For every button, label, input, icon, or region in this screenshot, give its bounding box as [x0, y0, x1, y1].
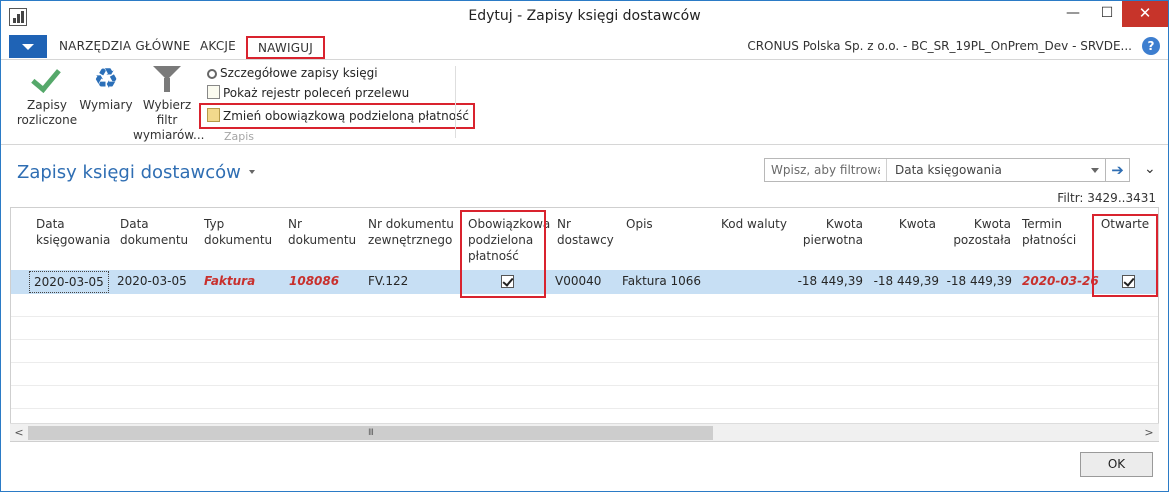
- horizontal-scrollbar[interactable]: < III >: [10, 423, 1159, 441]
- entries-grid: Data księgowania Data dokumentu Typ doku…: [10, 207, 1159, 442]
- cell-document-no[interactable]: 108086: [289, 274, 339, 288]
- help-icon[interactable]: ?: [1142, 37, 1160, 55]
- row-divider: [11, 385, 1158, 386]
- collapse-chevron-icon[interactable]: ⌄: [1144, 161, 1156, 177]
- scrollbar-grip: III: [368, 428, 374, 438]
- check-icon: [30, 62, 64, 96]
- applied-entries-label: Zapisy rozliczone: [16, 98, 78, 127]
- column-header-description[interactable]: Opis: [626, 216, 686, 232]
- row-divider: [11, 408, 1158, 409]
- filter-box: Data księgowania: [764, 158, 1106, 182]
- filter-field-select[interactable]: Data księgowania: [895, 163, 1002, 177]
- cell-remaining-amount[interactable]: -18 449,39: [932, 274, 1012, 288]
- cell-posting-date[interactable]: 2020-03-05: [29, 271, 109, 293]
- column-header-due-date[interactable]: Termin płatności: [1022, 216, 1092, 248]
- column-header-currency-code[interactable]: Kod waluty: [721, 216, 791, 232]
- dialog-window: Edytuj - Zapisy księgi dostawców — ☐ ✕ N…: [0, 0, 1169, 492]
- close-icon[interactable]: ✕: [1122, 1, 1168, 27]
- dimensions-button[interactable]: ♻ Wymiary: [79, 62, 133, 113]
- chevron-down-icon[interactable]: [1091, 168, 1099, 173]
- chevron-down-icon[interactable]: [248, 170, 255, 174]
- search-input[interactable]: [765, 159, 887, 181]
- highlight-open-column: [1092, 214, 1158, 297]
- scrollbar-thumb[interactable]: III: [28, 426, 713, 440]
- column-header-original-amount[interactable]: Kwota pierwotna: [793, 216, 863, 248]
- change-split-payment-label: Zmień obowiązkową podzieloną płatność: [223, 109, 469, 123]
- transfer-register-label: Pokaż rejestr poleceń przelewu: [223, 86, 410, 100]
- row-divider: [11, 362, 1158, 363]
- cell-document-date[interactable]: 2020-03-05: [117, 274, 187, 288]
- dimension-filter-label: Wybierz filtr wymiarów...: [133, 98, 205, 142]
- arrow-right-icon[interactable]: ➔: [1106, 158, 1130, 182]
- chevron-down-icon: [22, 44, 34, 50]
- page-title[interactable]: Zapisy księgi dostawców: [17, 162, 255, 183]
- column-header-amount[interactable]: Kwota: [876, 216, 936, 232]
- row-divider: [11, 339, 1158, 340]
- page-title-text: Zapisy księgi dostawców: [17, 162, 241, 183]
- column-header-posting-date[interactable]: Data księgowania: [36, 216, 110, 248]
- filter-summary: Filtr: 3429..3431: [1057, 191, 1156, 205]
- dimension-filter-button[interactable]: Wybierz filtr wymiarów...: [133, 62, 205, 143]
- document-icon: [207, 85, 220, 99]
- dimensions-label: Wymiary: [79, 98, 133, 112]
- scroll-left-icon[interactable]: <: [11, 425, 27, 441]
- magnifier-icon: [207, 69, 217, 79]
- application-menu-button[interactable]: [9, 35, 47, 58]
- applied-entries-button[interactable]: Zapisy rozliczone: [15, 62, 79, 128]
- ribbon-tab-bar: NARZĘDZIA GŁÓWNE AKCJE NAWIGUJ CRONUS Po…: [1, 33, 1168, 59]
- cell-due-date[interactable]: 2020-03-26: [1022, 274, 1099, 288]
- cell-description[interactable]: Faktura 1066: [622, 274, 701, 288]
- cell-external-document-no[interactable]: FV.122: [368, 274, 408, 288]
- column-header-document-type[interactable]: Typ dokumentu: [204, 216, 274, 248]
- column-header-vendor-no[interactable]: Nr dostawcy: [557, 216, 617, 248]
- clipboard-icon: [207, 108, 220, 122]
- detailed-ledger-entries-label: Szczegółowe zapisy księgi: [220, 66, 378, 80]
- title-bar: Edytuj - Zapisy księgi dostawców — ☐ ✕: [1, 1, 1168, 33]
- scroll-right-icon[interactable]: >: [1141, 425, 1157, 441]
- dimensions-icon: ♻: [93, 62, 119, 95]
- detailed-ledger-entries-button[interactable]: Szczegółowe zapisy księgi: [207, 64, 378, 82]
- column-header-remaining-amount[interactable]: Kwota pozostała: [941, 216, 1011, 248]
- cell-original-amount[interactable]: -18 449,39: [783, 274, 863, 288]
- cell-amount[interactable]: -18 449,39: [859, 274, 939, 288]
- row-divider: [11, 316, 1158, 317]
- filter-icon: [150, 62, 184, 96]
- transfer-register-button[interactable]: Pokaż rejestr poleceń przelewu: [207, 84, 409, 102]
- change-split-payment-button[interactable]: Zmień obowiązkową podzieloną płatność: [199, 103, 475, 129]
- tab-navigate[interactable]: NAWIGUJ: [246, 36, 325, 59]
- ok-button[interactable]: OK: [1080, 452, 1153, 477]
- column-header-document-no[interactable]: Nr dokumentu: [288, 216, 358, 248]
- ribbon-group-label: Zapis: [223, 130, 255, 143]
- minimize-icon[interactable]: —: [1056, 1, 1090, 27]
- highlight-split-payment-column: [460, 210, 546, 298]
- cell-vendor-no[interactable]: V00040: [555, 274, 601, 288]
- column-header-external-document-no[interactable]: Nr dokumentu zewnętrznego: [368, 216, 458, 248]
- column-header-document-date[interactable]: Data dokumentu: [120, 216, 190, 248]
- tab-home[interactable]: NARZĘDZIA GŁÓWNE: [59, 39, 190, 53]
- ribbon-divider: [455, 66, 456, 138]
- company-label: CRONUS Polska Sp. z o.o. - BC_SR_19PL_On…: [747, 39, 1132, 53]
- cell-document-type[interactable]: Faktura: [204, 274, 255, 288]
- maximize-icon[interactable]: ☐: [1090, 1, 1124, 27]
- tab-actions[interactable]: AKCJE: [200, 39, 236, 53]
- ribbon: Zapisy rozliczone ♻ Wymiary Wybierz filt…: [1, 59, 1168, 145]
- window-title: Edytuj - Zapisy księgi dostawców: [468, 8, 701, 24]
